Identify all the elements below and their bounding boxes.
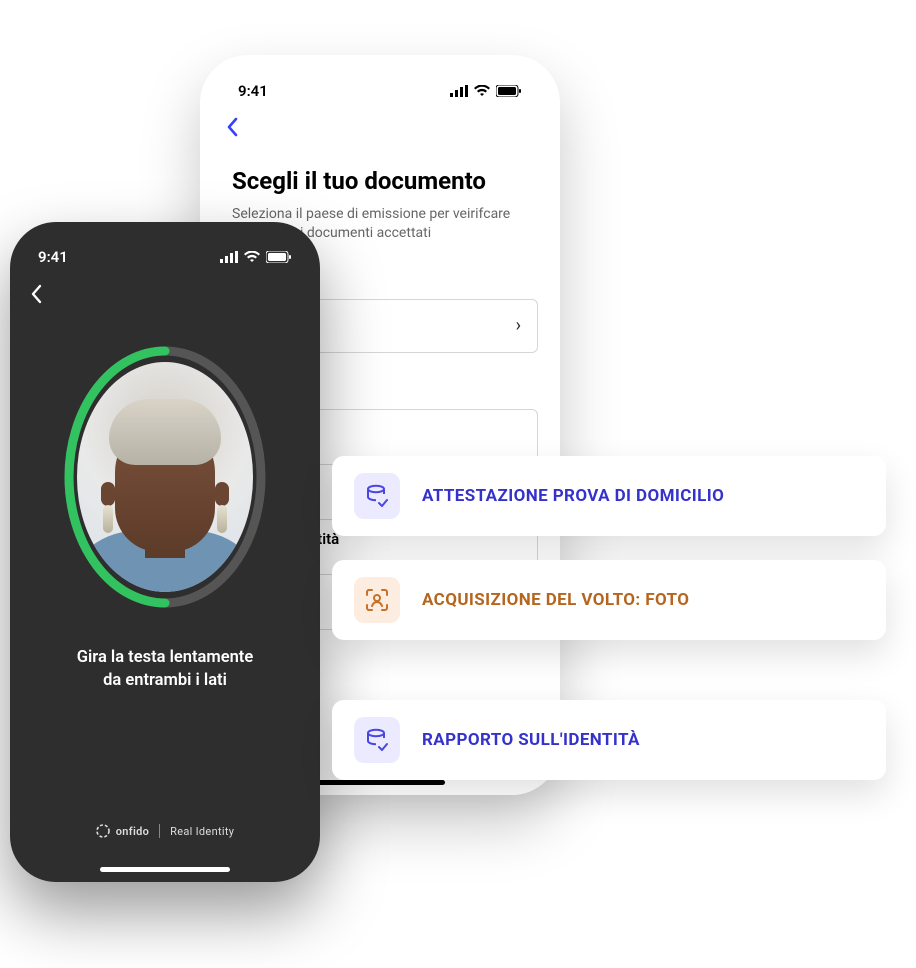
phone-face-capture: 9:41 Gira la testa lentamente da entramb… [10,222,320,882]
instruction-line: Gira la testa lentamente [48,646,282,669]
back-button[interactable] [226,117,238,143]
feature-label: ATTESTAZIONE PROVA DI DOMICILIO [422,486,724,506]
instruction-text: Gira la testa lentamente da entrambi i l… [24,646,306,692]
signal-icon [450,85,468,97]
face-scan-ring [60,342,270,612]
face-preview [77,362,253,592]
feature-label: ACQUISIZIONE DEL VOLTO: FOTO [422,590,689,610]
feature-card-face-photo[interactable]: ACQUISIZIONE DEL VOLTO: FOTO [332,560,886,640]
battery-icon [496,85,522,97]
instruction-line: da entrambi i lati [48,669,282,692]
brand-tagline: Real Identity [170,825,234,838]
battery-icon [266,251,292,263]
database-check-icon [354,717,400,763]
onfido-mark-icon [96,824,110,838]
wifi-icon [474,85,490,97]
back-button[interactable] [30,284,42,310]
status-time: 9:41 [238,82,268,100]
feature-card-proof-of-address[interactable]: ATTESTAZIONE PROVA DI DOMICILIO [332,456,886,536]
status-time: 9:41 [38,248,68,266]
chevron-right-icon: › [516,315,521,336]
chevron-left-icon [226,117,238,137]
page-title: Scegli il tuo documento [232,167,540,195]
status-indicators [220,251,292,263]
feature-label: RAPPORTO SULL'IDENTITÀ [422,730,640,750]
status-indicators [450,85,522,97]
divider [159,824,160,838]
status-bar: 9:41 [220,77,540,109]
chevron-left-icon [30,284,42,304]
face-scan-icon [354,577,400,623]
brand-footer: onfido Real Identity [10,824,320,838]
onfido-logo: onfido [96,824,149,838]
wifi-icon [244,251,260,263]
brand-name: onfido [116,825,149,838]
home-indicator [100,867,230,872]
database-check-icon [354,473,400,519]
signal-icon [220,251,238,263]
home-indicator [315,780,445,785]
feature-card-identity-report[interactable]: RAPPORTO SULL'IDENTITÀ [332,700,886,780]
status-bar: 9:41 [24,242,306,274]
